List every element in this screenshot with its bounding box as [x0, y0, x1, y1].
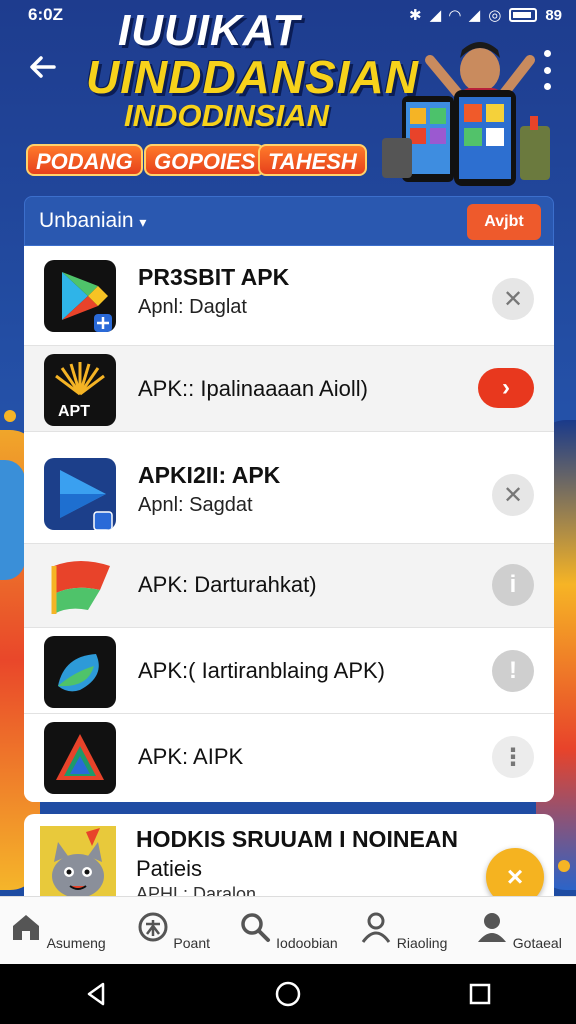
close-icon[interactable]: ✕ [492, 474, 534, 516]
app-name: APK:: Ipalinaaaan Aioll) [138, 376, 368, 401]
google-play-icon [44, 260, 116, 332]
nav-item-search[interactable]: Iodoobian [233, 910, 343, 951]
wifi-icon: ◠ [449, 7, 461, 24]
more-vertical-icon[interactable]: ⋮ [492, 736, 534, 778]
nav-item-compass[interactable]: Poant [118, 910, 228, 951]
app-list: PR3SBIT APK Apnl: Daglat ✕ APT APK:: Ipa… [24, 246, 554, 802]
header-pill: GOPOIES [144, 144, 266, 176]
info-icon[interactable]: ! [492, 650, 534, 692]
list-item[interactable]: APK: AIPK ⋮ [24, 714, 554, 802]
app-name: APK: AIPK [138, 744, 244, 769]
promo-title: HODKIS SRUUAM I NOINEAN [136, 826, 459, 852]
decorative-dot [558, 860, 570, 872]
signal-icon: ◢ [429, 7, 442, 24]
nav-label: Iodoobian [276, 935, 338, 951]
recents-square-icon[interactable] [465, 979, 495, 1009]
list-item[interactable]: APK: Darturahkat) i [24, 544, 554, 628]
chevron-down-icon: ▾ [139, 214, 147, 230]
app-triangle-logo-icon [44, 722, 116, 794]
back-triangle-icon[interactable] [81, 979, 111, 1009]
info-icon[interactable]: i [492, 564, 534, 606]
app-subtitle: Apnl: Daglat [138, 296, 247, 318]
home-icon [13, 915, 40, 940]
list-item[interactable]: APKI2II: APK Apnl: Sagdat ✕ [24, 432, 554, 544]
compass-icon [138, 912, 168, 942]
app-name: APKI2II: APK [138, 462, 281, 488]
status-time: 6:0Z [28, 5, 63, 24]
play-triangle-icon [44, 458, 116, 530]
app-fan-logo-icon: APT [44, 354, 116, 426]
alarm-icon: ◎ [488, 7, 502, 24]
person-icon [361, 912, 391, 943]
system-navigation-bar [0, 964, 576, 1024]
app-subtitle: Apnl: Sagdat [138, 494, 253, 516]
header-pill: TAHESH [258, 144, 367, 176]
nav-label: Poant [173, 935, 211, 951]
decorative-dot [4, 410, 16, 422]
battery-level: 89 [545, 6, 562, 24]
app-name: PR3SBIT APK [138, 264, 290, 290]
back-arrow-icon[interactable] [26, 50, 60, 84]
decorative-shape-left-blue [0, 460, 25, 580]
account-icon [477, 913, 506, 942]
header-title-line3: INDODINSIAN [124, 98, 329, 133]
nav-label: Gotaeal [512, 935, 562, 951]
list-item[interactable]: PR3SBIT APK Apnl: Daglat ✕ [24, 246, 554, 346]
category-dropdown-label: Unbaniain [39, 209, 134, 232]
category-dropdown[interactable]: Unbaniain ▾ [39, 209, 146, 233]
home-circle-icon[interactable] [273, 979, 303, 1009]
app-leaf-logo-icon [44, 636, 116, 708]
battery-icon [509, 8, 538, 22]
bluetooth-icon: ✱ [409, 7, 422, 24]
nav-label: Asumeng [46, 935, 106, 951]
app-name: APK: Darturahkat) [138, 572, 317, 597]
app-name: APK:( Iartiranblaing APK) [138, 658, 386, 683]
list-item[interactable]: APK:( Iartiranblaing APK) ! [24, 628, 554, 714]
signal-icon: ◢ [468, 7, 481, 24]
arrow-right-icon[interactable]: › [478, 368, 534, 408]
apply-button[interactable]: Avjbt [467, 204, 541, 240]
nav-item-person[interactable]: Riaoling [348, 910, 458, 951]
promo-subtitle: Patieis [136, 856, 203, 881]
header-title-line1: IUUIKAT [118, 6, 301, 55]
header-title-line2: UINDDANSIAN [86, 51, 419, 103]
close-icon[interactable]: ✕ [492, 278, 534, 320]
nav-item-home[interactable]: Asumeng [3, 910, 113, 951]
search-icon [241, 913, 271, 942]
nav-item-account[interactable]: Gotaeal [463, 910, 573, 951]
hero-illustration [382, 42, 550, 186]
list-item[interactable]: APT APK:: Ipalinaaaan Aioll) › [24, 346, 554, 432]
svg-text:APT: APT [58, 403, 90, 420]
header-pill: PODANG [26, 144, 143, 176]
app-screen: 6:0Z ✱ ◢ ◠ ◢ ◎ 89 IUUIKAT UINDDANSIAN IN… [0, 0, 576, 1024]
app-flag-logo-icon [44, 550, 116, 622]
bottom-navigation: Asumeng Poant Iodoobian Riaoling Gotaeal [0, 896, 576, 964]
close-icon: × [506, 861, 524, 892]
filter-bar: Unbaniain ▾ Avjbt [24, 196, 554, 246]
nav-label: Riaoling [396, 935, 448, 951]
